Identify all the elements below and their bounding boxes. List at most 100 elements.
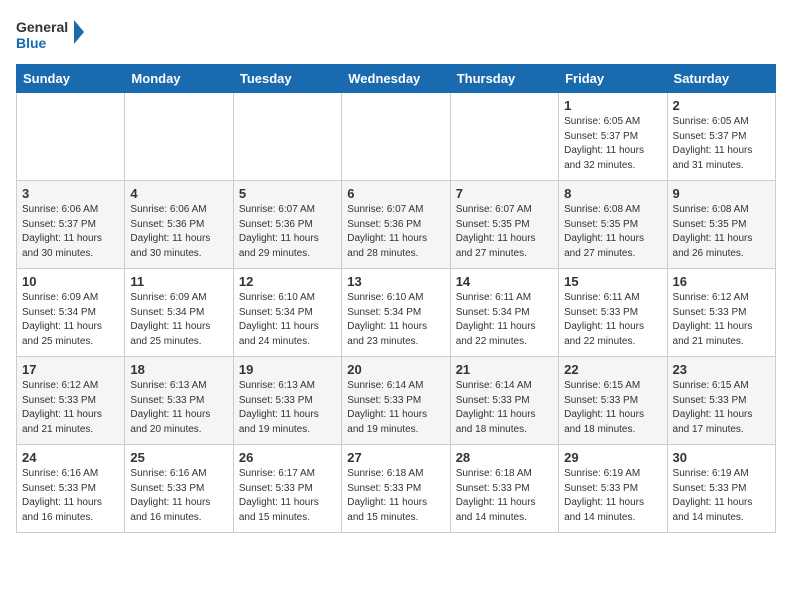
calendar-cell: 10 Sunrise: 6:09 AM Sunset: 5:34 PM Dayli…: [17, 269, 125, 357]
cell-info: Sunrise: 6:09 AM Sunset: 5:34 PM Dayligh…: [130, 291, 227, 349]
calendar-cell: [450, 93, 558, 181]
cell-info: Sunrise: 6:15 AM Sunset: 5:33 PM Dayligh…: [564, 379, 661, 437]
weekday-header-thursday: Thursday: [450, 65, 558, 93]
weekday-header-wednesday: Wednesday: [342, 65, 450, 93]
calendar-cell: 5 Sunrise: 6:07 AM Sunset: 5:36 PM Daylig…: [233, 181, 341, 269]
calendar-cell: 20Sunrise: 6:14 AM Sunset: 5:33 PM Dayli…: [342, 357, 450, 445]
calendar-cell: [342, 93, 450, 181]
day-number: 20: [347, 362, 444, 377]
day-number: 29: [564, 450, 661, 465]
logo-svg: General Blue: [16, 16, 86, 54]
cell-info: Sunrise: 6:10 AM Sunset: 5:34 PM Dayligh…: [239, 291, 336, 349]
cell-info: Sunrise: 6:15 AM Sunset: 5:33 PM Dayligh…: [673, 379, 770, 437]
cell-info: Sunrise: 6:12 AM Sunset: 5:33 PM Dayligh…: [673, 291, 770, 349]
cell-info: Sunrise: 6:19 AM Sunset: 5:33 PM Dayligh…: [564, 467, 661, 525]
weekday-header-saturday: Saturday: [667, 65, 775, 93]
calendar-cell: 6Sunrise: 6:07 AM Sunset: 5:36 PM Daylig…: [342, 181, 450, 269]
weekday-header-friday: Friday: [559, 65, 667, 93]
logo: General Blue: [16, 16, 86, 54]
cell-info: Sunrise: 6:05 AM Sunset: 5:37 PM Dayligh…: [673, 115, 770, 173]
cell-info: Sunrise: 6:07 AM Sunset: 5:35 PM Dayligh…: [456, 203, 553, 261]
weekday-header-row: SundayMondayTuesdayWednesdayThursdayFrid…: [17, 65, 776, 93]
calendar-cell: 13Sunrise: 6:10 AM Sunset: 5:34 PM Dayli…: [342, 269, 450, 357]
cell-info: Sunrise: 6:16 AM Sunset: 5:33 PM Dayligh…: [130, 467, 227, 525]
calendar-cell: 23 Sunrise: 6:15 AM Sunset: 5:33 PM Dayli…: [667, 357, 775, 445]
calendar-cell: 22 Sunrise: 6:15 AM Sunset: 5:33 PM Dayli…: [559, 357, 667, 445]
day-number: 22: [564, 362, 661, 377]
cell-info: Sunrise: 6:07 AM Sunset: 5:36 PM Dayligh…: [239, 203, 336, 261]
cell-info: Sunrise: 6:09 AM Sunset: 5:34 PM Dayligh…: [22, 291, 119, 349]
day-number: 9: [673, 186, 770, 201]
page-header: General Blue: [16, 16, 776, 54]
calendar-cell: 11 Sunrise: 6:09 AM Sunset: 5:34 PM Dayli…: [125, 269, 233, 357]
day-number: 28: [456, 450, 553, 465]
calendar-cell: 26Sunrise: 6:17 AM Sunset: 5:33 PM Dayli…: [233, 445, 341, 533]
week-row-2: 10 Sunrise: 6:09 AM Sunset: 5:34 PM Dayli…: [17, 269, 776, 357]
day-number: 3: [22, 186, 119, 201]
week-row-4: 24 Sunrise: 6:16 AM Sunset: 5:33 PM Dayli…: [17, 445, 776, 533]
day-number: 18: [130, 362, 227, 377]
calendar-cell: [125, 93, 233, 181]
day-number: 14: [456, 274, 553, 289]
day-number: 12: [239, 274, 336, 289]
calendar-cell: 3 Sunrise: 6:06 AM Sunset: 5:37 PM Daylig…: [17, 181, 125, 269]
calendar-cell: 28 Sunrise: 6:18 AM Sunset: 5:33 PM Dayli…: [450, 445, 558, 533]
cell-info: Sunrise: 6:17 AM Sunset: 5:33 PM Dayligh…: [239, 467, 336, 525]
calendar-cell: 9 Sunrise: 6:08 AM Sunset: 5:35 PM Daylig…: [667, 181, 775, 269]
cell-info: Sunrise: 6:11 AM Sunset: 5:33 PM Dayligh…: [564, 291, 661, 349]
day-number: 21: [456, 362, 553, 377]
calendar-cell: 1 Sunrise: 6:05 AM Sunset: 5:37 PM Daylig…: [559, 93, 667, 181]
weekday-header-sunday: Sunday: [17, 65, 125, 93]
cell-info: Sunrise: 6:08 AM Sunset: 5:35 PM Dayligh…: [564, 203, 661, 261]
calendar-table: SundayMondayTuesdayWednesdayThursdayFrid…: [16, 64, 776, 533]
day-number: 4: [130, 186, 227, 201]
day-number: 27: [347, 450, 444, 465]
day-number: 17: [22, 362, 119, 377]
day-number: 2: [673, 98, 770, 113]
weekday-header-tuesday: Tuesday: [233, 65, 341, 93]
calendar-cell: 19 Sunrise: 6:13 AM Sunset: 5:33 PM Dayli…: [233, 357, 341, 445]
day-number: 8: [564, 186, 661, 201]
cell-info: Sunrise: 6:14 AM Sunset: 5:33 PM Dayligh…: [456, 379, 553, 437]
cell-info: Sunrise: 6:18 AM Sunset: 5:33 PM Dayligh…: [347, 467, 444, 525]
calendar-cell: 7 Sunrise: 6:07 AM Sunset: 5:35 PM Daylig…: [450, 181, 558, 269]
cell-info: Sunrise: 6:11 AM Sunset: 5:34 PM Dayligh…: [456, 291, 553, 349]
calendar-cell: 15 Sunrise: 6:11 AM Sunset: 5:33 PM Dayli…: [559, 269, 667, 357]
cell-info: Sunrise: 6:06 AM Sunset: 5:37 PM Dayligh…: [22, 203, 119, 261]
calendar-cell: 12 Sunrise: 6:10 AM Sunset: 5:34 PM Dayli…: [233, 269, 341, 357]
day-number: 6: [347, 186, 444, 201]
cell-info: Sunrise: 6:13 AM Sunset: 5:33 PM Dayligh…: [239, 379, 336, 437]
cell-info: Sunrise: 6:08 AM Sunset: 5:35 PM Dayligh…: [673, 203, 770, 261]
svg-text:Blue: Blue: [16, 35, 47, 51]
calendar-cell: [233, 93, 341, 181]
cell-info: Sunrise: 6:19 AM Sunset: 5:33 PM Dayligh…: [673, 467, 770, 525]
week-row-0: 1 Sunrise: 6:05 AM Sunset: 5:37 PM Daylig…: [17, 93, 776, 181]
calendar-cell: 21 Sunrise: 6:14 AM Sunset: 5:33 PM Dayli…: [450, 357, 558, 445]
day-number: 1: [564, 98, 661, 113]
cell-info: Sunrise: 6:16 AM Sunset: 5:33 PM Dayligh…: [22, 467, 119, 525]
cell-info: Sunrise: 6:12 AM Sunset: 5:33 PM Dayligh…: [22, 379, 119, 437]
day-number: 30: [673, 450, 770, 465]
svg-text:General: General: [16, 19, 68, 35]
day-number: 10: [22, 274, 119, 289]
calendar-cell: 14 Sunrise: 6:11 AM Sunset: 5:34 PM Dayli…: [450, 269, 558, 357]
calendar-cell: 18Sunrise: 6:13 AM Sunset: 5:33 PM Dayli…: [125, 357, 233, 445]
calendar-cell: 30 Sunrise: 6:19 AM Sunset: 5:33 PM Dayli…: [667, 445, 775, 533]
week-row-1: 3 Sunrise: 6:06 AM Sunset: 5:37 PM Daylig…: [17, 181, 776, 269]
calendar-cell: [17, 93, 125, 181]
weekday-header-monday: Monday: [125, 65, 233, 93]
day-number: 5: [239, 186, 336, 201]
day-number: 24: [22, 450, 119, 465]
calendar-cell: 17 Sunrise: 6:12 AM Sunset: 5:33 PM Dayli…: [17, 357, 125, 445]
calendar-cell: 27 Sunrise: 6:18 AM Sunset: 5:33 PM Dayli…: [342, 445, 450, 533]
day-number: 11: [130, 274, 227, 289]
cell-info: Sunrise: 6:05 AM Sunset: 5:37 PM Dayligh…: [564, 115, 661, 173]
calendar-cell: 24 Sunrise: 6:16 AM Sunset: 5:33 PM Dayli…: [17, 445, 125, 533]
day-number: 25: [130, 450, 227, 465]
day-number: 7: [456, 186, 553, 201]
day-number: 23: [673, 362, 770, 377]
calendar-cell: 16Sunrise: 6:12 AM Sunset: 5:33 PM Dayli…: [667, 269, 775, 357]
day-number: 15: [564, 274, 661, 289]
cell-info: Sunrise: 6:18 AM Sunset: 5:33 PM Dayligh…: [456, 467, 553, 525]
day-number: 19: [239, 362, 336, 377]
